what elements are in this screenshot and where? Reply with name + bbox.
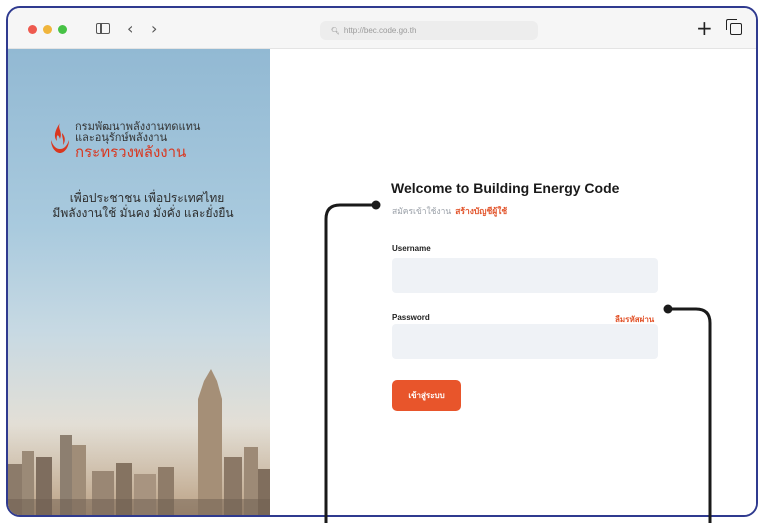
username-label: Username bbox=[392, 244, 431, 253]
password-input[interactable] bbox=[392, 324, 658, 359]
sidebar-toggle-icon[interactable] bbox=[96, 23, 110, 34]
plus-icon[interactable]: + bbox=[696, 17, 713, 39]
search-icon: 🔍︎ bbox=[331, 28, 340, 35]
signup-row: สมัครเข้าใช้งาน สร้างบัญชีผู้ใช้ bbox=[392, 204, 507, 218]
minimize-window-button[interactable] bbox=[43, 25, 52, 34]
city-skyline-image bbox=[8, 369, 270, 515]
org-name-line2: และอนุรักษ์พลังงาน bbox=[75, 132, 168, 144]
login-title: Welcome to Building Energy Code bbox=[391, 180, 620, 196]
branding-panel: กรมพัฒนาพลังงานทดแทน และอนุรักษ์พลังงาน … bbox=[8, 49, 270, 515]
login-panel: Welcome to Building Energy Code สมัครเข้… bbox=[270, 49, 756, 515]
zoom-window-button[interactable] bbox=[58, 25, 67, 34]
back-icon[interactable]: ‹ bbox=[127, 19, 133, 39]
forward-icon[interactable]: › bbox=[151, 19, 157, 39]
ministry-name: กระทรวงพลังงาน bbox=[75, 144, 187, 161]
ministry-logo bbox=[51, 123, 69, 153]
username-input[interactable] bbox=[392, 258, 658, 293]
create-account-link[interactable]: สร้างบัญชีผู้ใช้ bbox=[455, 206, 507, 216]
browser-toolbar: ‹ › 🔍︎ http://bec.code.go.th + bbox=[8, 8, 756, 49]
slogan-line1: เพื่อประชาชน เพื่อประเทศไทย bbox=[69, 191, 225, 205]
password-label: Password bbox=[392, 313, 430, 322]
page-content: กรมพัฒนาพลังงานทดแทน และอนุรักษ์พลังงาน … bbox=[8, 49, 756, 515]
close-window-button[interactable] bbox=[28, 25, 37, 34]
browser-window: ‹ › 🔍︎ http://bec.code.go.th + กรมพัฒนาพล… bbox=[6, 6, 758, 517]
signup-prompt: สมัครเข้าใช้งาน bbox=[392, 206, 452, 216]
tabs-icon[interactable] bbox=[726, 19, 742, 35]
address-bar[interactable]: 🔍︎ http://bec.code.go.th bbox=[320, 21, 538, 40]
address-bar-url: http://bec.code.go.th bbox=[343, 26, 417, 35]
login-button[interactable]: เข้าสู่ระบบ bbox=[392, 380, 461, 411]
slogan-line2: มีพลังงานใช้ มั่นคง มั่งคั่ง และยั่งยืน bbox=[52, 206, 234, 220]
